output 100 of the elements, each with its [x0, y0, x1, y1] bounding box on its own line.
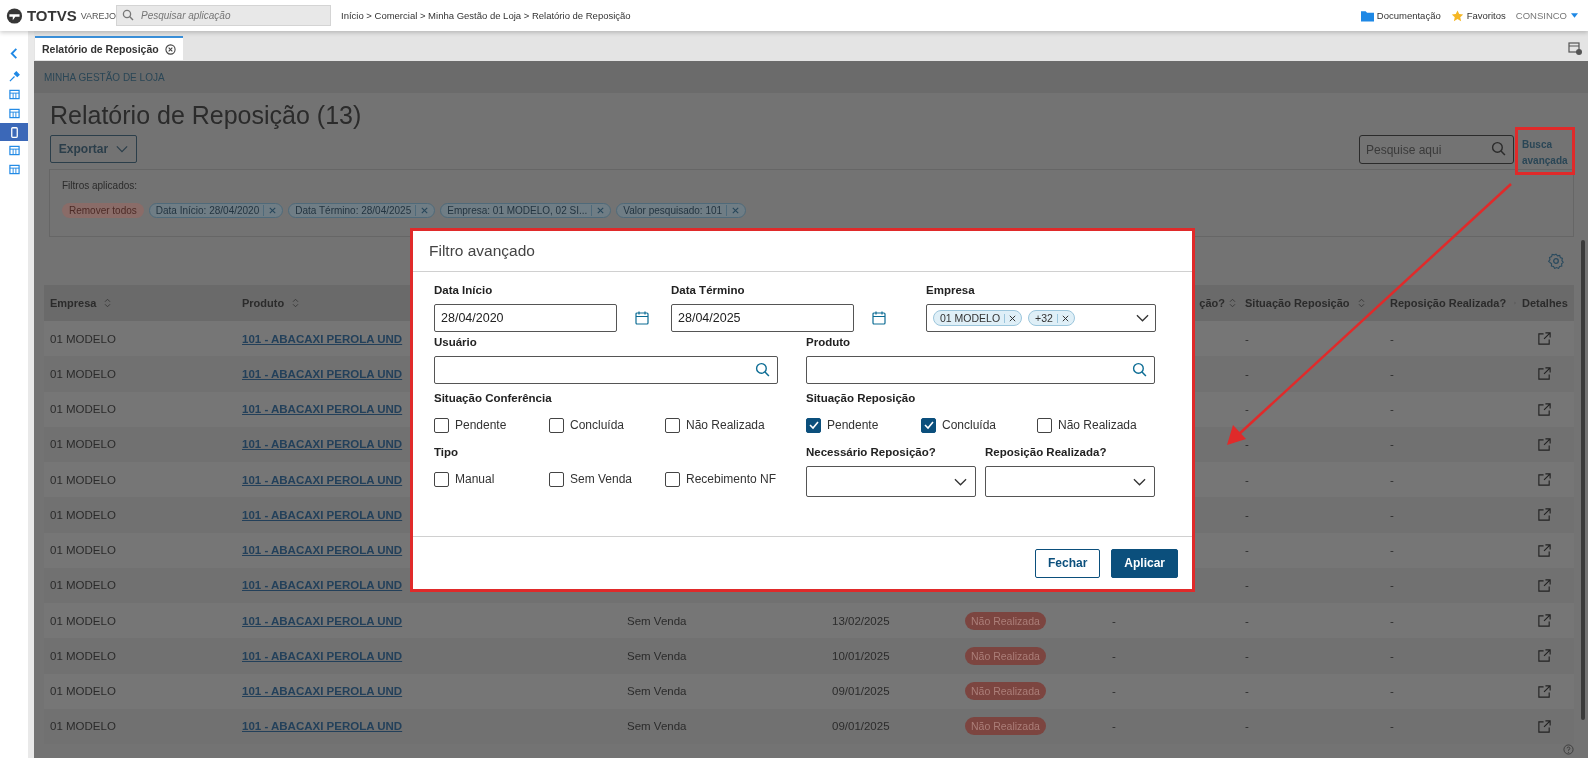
checkbox-option[interactable]: Concluída	[921, 412, 1037, 438]
checkbox-option[interactable]: Recebimento NF	[665, 466, 780, 492]
status-badge: Não Realizada	[965, 717, 1046, 736]
table-cell: -	[1245, 438, 1249, 451]
date-field[interactable]: 28/04/2020	[434, 304, 617, 332]
table-cell: -	[1245, 332, 1249, 345]
help-icon[interactable]	[1563, 744, 1574, 755]
external-link-icon[interactable]	[1537, 436, 1552, 452]
checkbox-option[interactable]: Concluída	[549, 412, 665, 438]
checkbox-option[interactable]: Não Realizada	[1037, 412, 1152, 438]
chevron-left-icon	[8, 47, 20, 59]
table-cell: -	[1390, 614, 1394, 627]
external-link-icon[interactable]	[1537, 613, 1552, 629]
table-cell: -	[1390, 508, 1394, 521]
external-link-icon[interactable]	[1537, 331, 1552, 347]
external-link-icon[interactable]	[1537, 366, 1552, 382]
close-icon[interactable]	[164, 43, 176, 55]
field-label: Usuário	[434, 336, 478, 350]
sort-icon[interactable]	[104, 298, 112, 308]
calendar-icon[interactable]	[872, 311, 886, 325]
close-button[interactable]: Fechar	[1034, 548, 1101, 578]
external-link-icon[interactable]	[1537, 718, 1552, 734]
sort-icon[interactable]	[1357, 298, 1365, 308]
calendar-icon[interactable]	[635, 311, 649, 325]
checkbox-option[interactable]: Não Realizada	[665, 412, 780, 438]
close-icon[interactable]	[1056, 313, 1070, 323]
table-cell: 01 MODELO	[50, 579, 116, 592]
sidebar-item[interactable]	[0, 122, 28, 142]
checkbox[interactable]	[434, 417, 449, 433]
settings-icon[interactable]	[1548, 253, 1564, 269]
close-tabs-icon[interactable]	[1568, 41, 1582, 55]
checkbox[interactable]	[665, 417, 680, 433]
user-search-field[interactable]	[434, 356, 778, 384]
logo-icon	[6, 5, 23, 26]
table-cell: -	[1390, 720, 1394, 733]
table-cell: -	[1245, 720, 1249, 733]
table-cell: Sem Venda	[627, 685, 687, 698]
scrollbar[interactable]	[1581, 240, 1585, 720]
close-icon[interactable]	[1004, 313, 1018, 323]
status-badge: Não Realizada	[965, 611, 1046, 630]
search-icon	[755, 362, 770, 377]
table-cell: 01 MODELO	[50, 367, 116, 380]
external-link-icon[interactable]	[1537, 648, 1552, 664]
external-link-icon[interactable]	[1537, 507, 1552, 523]
chevron-down-icon	[1133, 477, 1146, 486]
multiselect-field[interactable]: 01 MODELO +32	[926, 304, 1156, 332]
external-link-icon[interactable]	[1537, 683, 1552, 699]
external-link-icon[interactable]	[1537, 472, 1552, 488]
checkbox[interactable]	[434, 471, 449, 487]
table-cell: -	[1112, 614, 1116, 627]
checkbox[interactable]	[806, 417, 821, 433]
checkbox[interactable]	[1037, 417, 1052, 433]
external-link-icon[interactable]	[1537, 577, 1552, 593]
brand-name: TOTVS	[26, 7, 77, 24]
table-cell: Sem Venda	[627, 649, 687, 662]
table-cell: 09/01/2025	[832, 720, 890, 733]
table-cell: -	[1390, 544, 1394, 557]
table-cell: -	[1112, 649, 1116, 662]
field-label: Reposição Realizada?	[985, 446, 1108, 460]
search-field[interactable]: Pesquise aqui	[1359, 135, 1514, 164]
top-link[interactable]: Favoritos	[1450, 9, 1506, 22]
top-link[interactable]: Documentação	[1360, 9, 1441, 22]
column-header: Detalhes	[1522, 297, 1568, 309]
checkbox-option[interactable]: Sem Venda	[549, 466, 665, 492]
checkbox-option[interactable]: Manual	[434, 466, 549, 492]
checkbox[interactable]	[549, 417, 564, 433]
brand-subtitle: VAREJO	[80, 10, 116, 21]
table-cell: -	[1245, 685, 1249, 698]
chip-label: Empresa: 01 MODELO, 02 SI...	[447, 205, 593, 216]
filters-label: Filtros aplicados:	[62, 180, 139, 191]
table-cell: 01 MODELO	[50, 614, 116, 627]
user-menu[interactable]: CONSINCO	[1515, 10, 1578, 21]
column-header: Situação Reposição	[1245, 297, 1350, 309]
apply-button[interactable]: Aplicar	[1111, 548, 1178, 578]
chip-label: Data Término: 28/04/2025	[295, 205, 417, 216]
table-cell: -	[1390, 403, 1394, 416]
select-field[interactable]	[806, 466, 976, 497]
field-label: Produto	[806, 336, 852, 350]
checkbox-option[interactable]: Pendente	[806, 412, 921, 438]
tag-label: +32	[1035, 312, 1053, 324]
checkbox-option[interactable]: Pendente	[434, 412, 549, 438]
field-label: Data Início	[434, 284, 494, 298]
table-cell: -	[1390, 438, 1394, 451]
select-field[interactable]	[985, 466, 1155, 497]
tab[interactable]: Relatório de Reposição	[35, 36, 183, 60]
date-field[interactable]: 28/04/2025	[671, 304, 854, 332]
table-icon	[8, 163, 20, 175]
group-label: Situação Reposição	[806, 392, 917, 406]
checkbox[interactable]	[665, 471, 680, 487]
external-link-icon[interactable]	[1537, 542, 1552, 558]
checkbox[interactable]	[549, 471, 564, 487]
sort-icon[interactable]	[1229, 298, 1236, 308]
table-cell: -	[1245, 544, 1249, 557]
group-label: Situação Conferência	[434, 392, 553, 406]
product-search-field[interactable]	[806, 356, 1155, 384]
external-link-icon[interactable]	[1537, 401, 1552, 417]
field-label: Empresa	[926, 284, 976, 298]
sort-icon[interactable]	[292, 298, 300, 308]
star-icon	[1450, 9, 1464, 22]
checkbox[interactable]	[921, 417, 936, 433]
